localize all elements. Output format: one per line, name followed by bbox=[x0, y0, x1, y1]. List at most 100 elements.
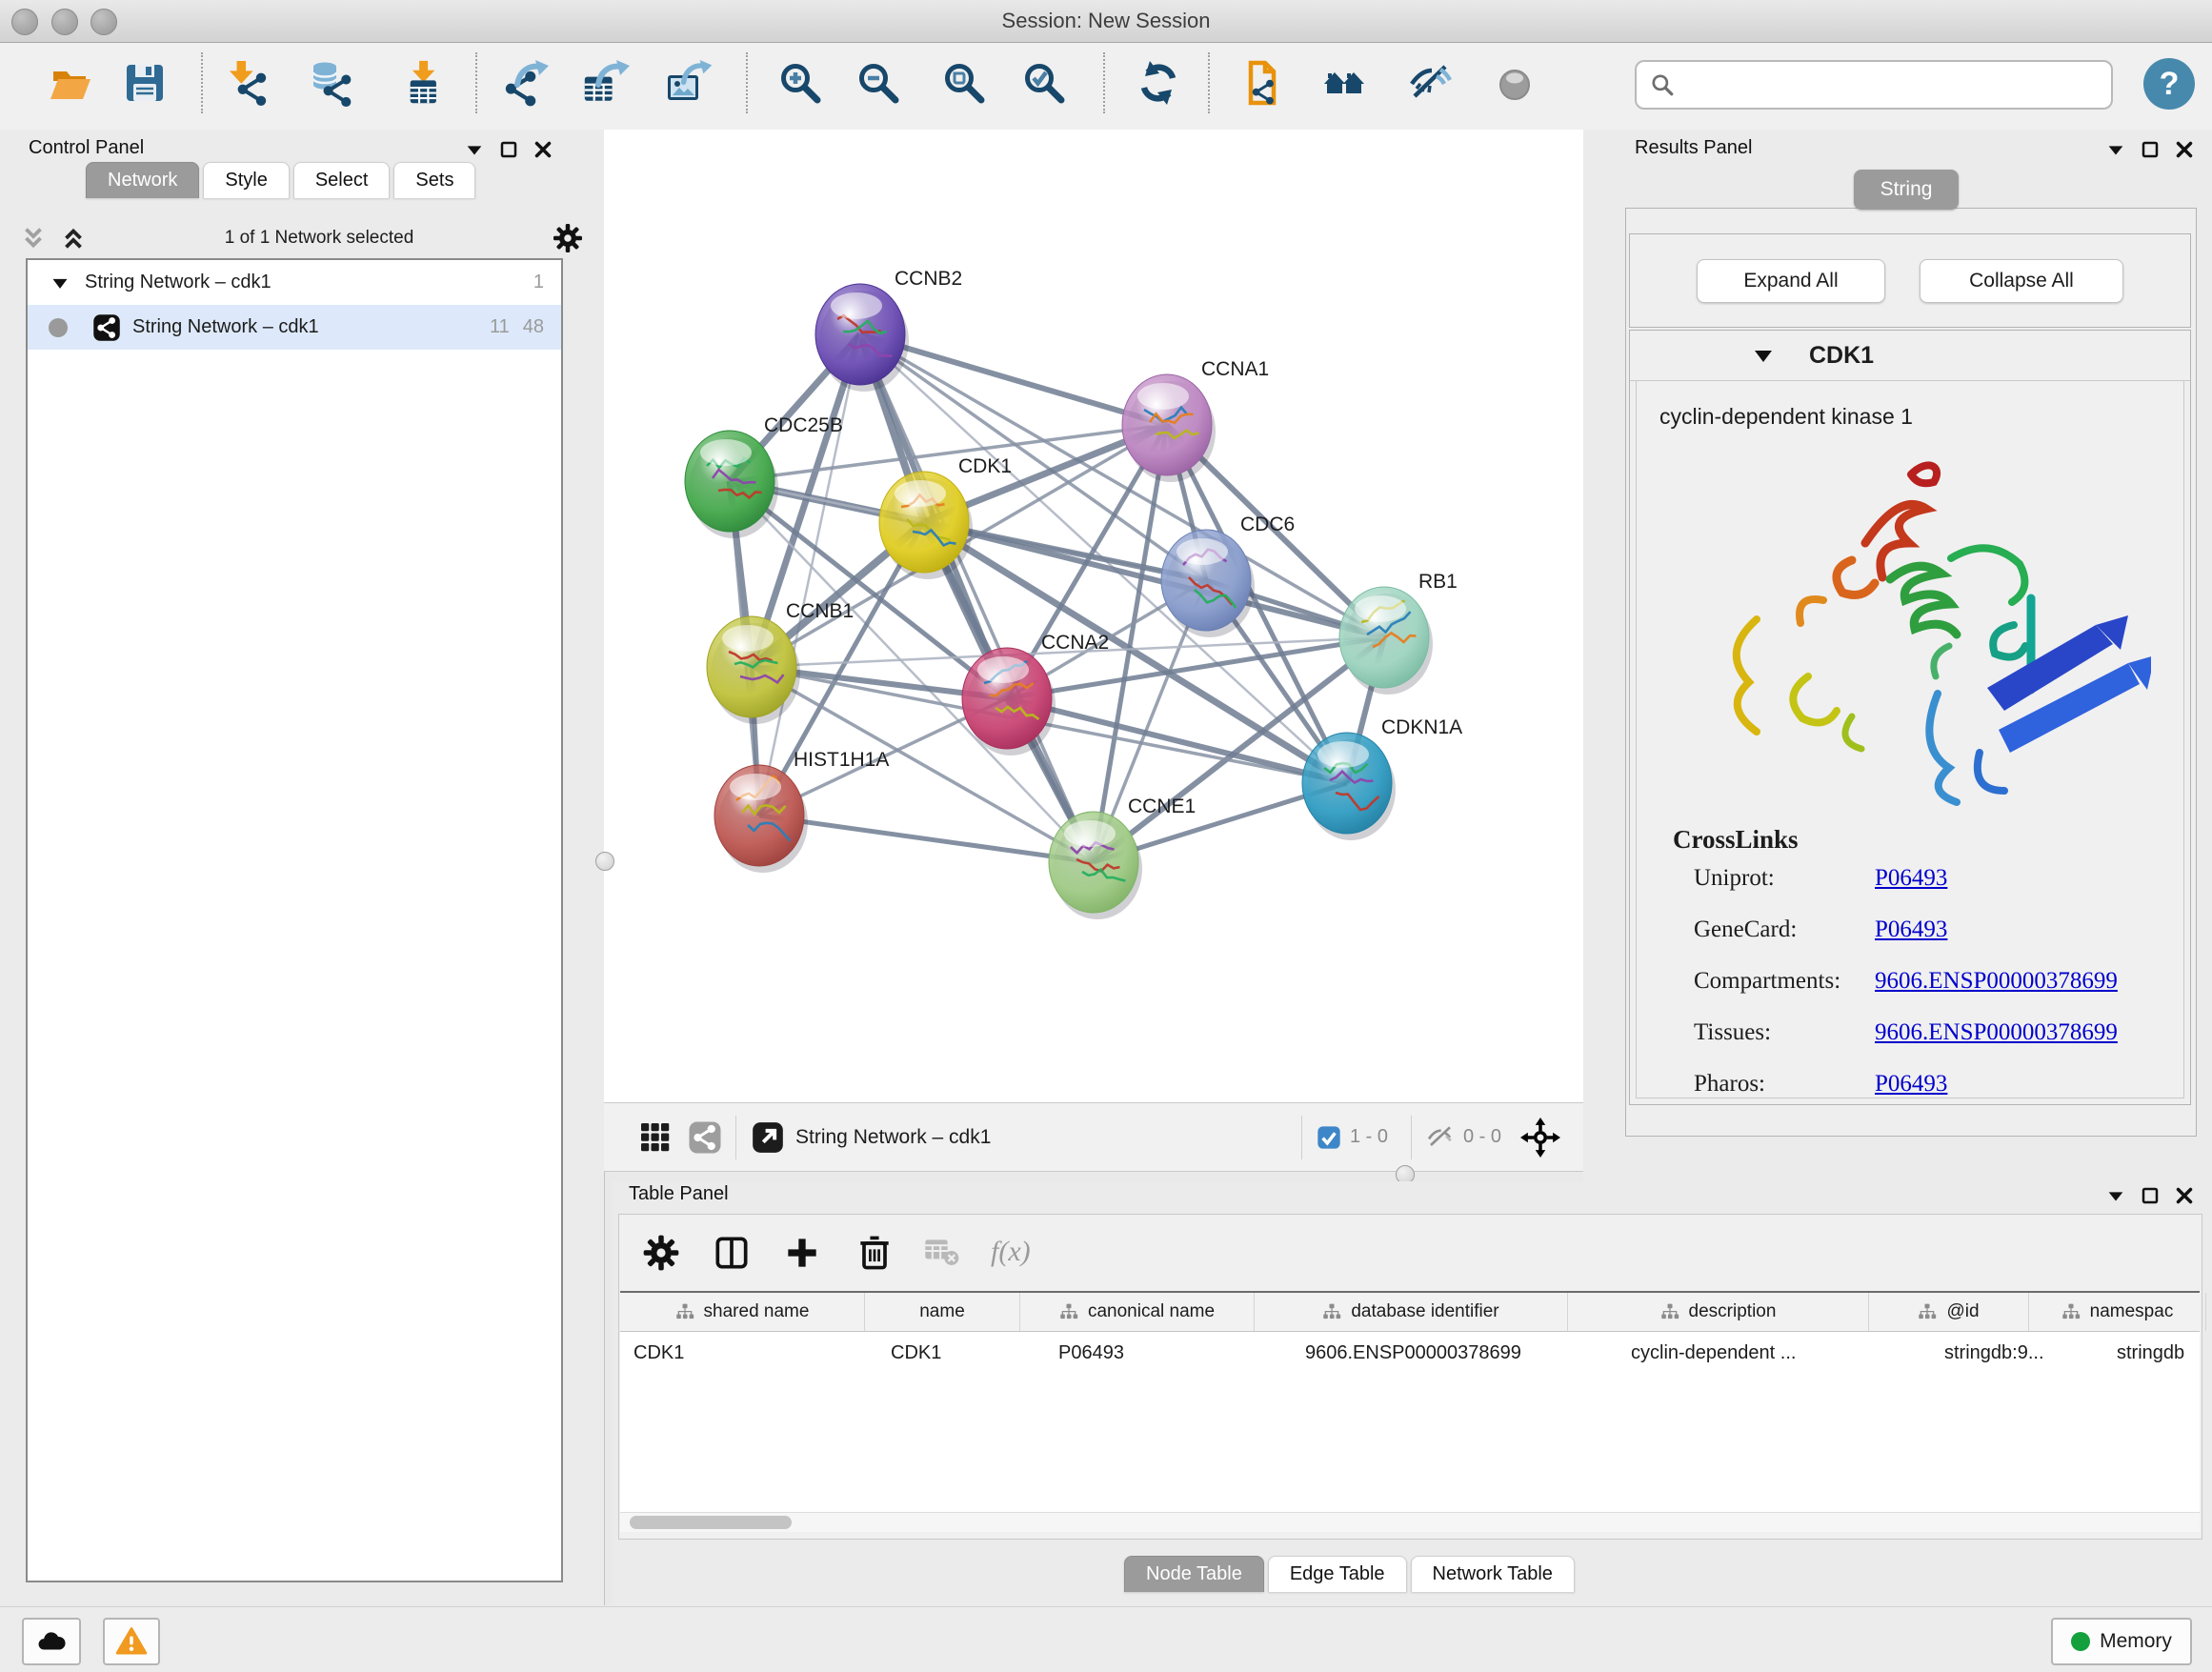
annotation-share-icon[interactable] bbox=[1237, 56, 1291, 110]
zoom-selected-icon[interactable] bbox=[1017, 56, 1071, 110]
expand-all-networks-icon[interactable] bbox=[59, 224, 88, 252]
memory-button[interactable]: Memory bbox=[2051, 1618, 2192, 1665]
warnings-button[interactable] bbox=[103, 1618, 160, 1665]
panel-close-icon[interactable] bbox=[533, 139, 553, 160]
panel-float-icon[interactable] bbox=[2140, 139, 2161, 160]
delete-table-icon[interactable] bbox=[922, 1232, 972, 1281]
protein-section: CDK1 cyclin-dependent kinase 1 bbox=[1629, 330, 2191, 1105]
selected-nodes-check-icon[interactable] bbox=[1316, 1124, 1342, 1151]
column-header-shared-name[interactable]: shared name bbox=[620, 1293, 865, 1331]
string-share-icon[interactable] bbox=[688, 1120, 722, 1155]
network-canvas[interactable]: CCNB2 CCNA1 CDC25B CDK1 CDC6 bbox=[604, 130, 1584, 1102]
column-header-database-identifier[interactable]: database identifier bbox=[1255, 1293, 1568, 1331]
function-builder-icon[interactable]: f(x) bbox=[991, 1236, 1031, 1268]
tab-sets[interactable]: Sets bbox=[393, 162, 475, 198]
table-cell[interactable]: stringdb:9... bbox=[1931, 1342, 2103, 1364]
network-options-gear-icon[interactable] bbox=[551, 221, 585, 255]
table-cell[interactable]: P06493 bbox=[1045, 1342, 1292, 1364]
panel-close-icon[interactable] bbox=[2174, 1185, 2195, 1206]
zoom-in-icon[interactable] bbox=[774, 56, 827, 110]
table-cell[interactable]: CDK1 bbox=[877, 1342, 1045, 1364]
table-cell[interactable]: stringdb bbox=[2103, 1342, 2212, 1364]
panel-float-icon[interactable] bbox=[2140, 1185, 2161, 1206]
open-folder-icon[interactable] bbox=[44, 56, 97, 110]
zoom-fit-icon[interactable] bbox=[937, 56, 991, 110]
column-header-namespac[interactable]: namespac bbox=[2029, 1293, 2206, 1331]
control-panel-tabbar: NetworkStyleSelectSets bbox=[86, 162, 479, 198]
open-in-new-window-icon[interactable] bbox=[750, 1119, 786, 1156]
column-header--id[interactable]: @id bbox=[1869, 1293, 2029, 1331]
network-node-RB1[interactable]: RB1 bbox=[1339, 571, 1458, 695]
panel-close-icon[interactable] bbox=[2174, 139, 2195, 160]
scrollbar-thumb[interactable] bbox=[630, 1516, 792, 1529]
table-row[interactable]: CDK1CDK1P064939606.ENSP00000378699cyclin… bbox=[620, 1332, 2200, 1374]
network-collection-row[interactable]: String Network – cdk1 1 bbox=[28, 260, 561, 305]
collection-label: String Network – cdk1 bbox=[85, 272, 520, 293]
refresh-layout-icon[interactable] bbox=[1132, 56, 1185, 110]
zoom-out-icon[interactable] bbox=[852, 56, 905, 110]
horizontal-scrollbar[interactable] bbox=[620, 1512, 2200, 1532]
window-titlebar: Session: New Session bbox=[0, 0, 2212, 43]
tree-expand-caret-icon[interactable] bbox=[50, 273, 70, 292]
import-database-icon[interactable] bbox=[307, 56, 360, 110]
tab-node-table[interactable]: Node Table bbox=[1124, 1556, 1264, 1592]
network-node-CCNA1[interactable]: CCNA1 bbox=[1122, 358, 1269, 482]
tab-select[interactable]: Select bbox=[293, 162, 391, 198]
crosslink-row: Compartments:9606.ENSP00000378699 bbox=[1694, 968, 2170, 995]
collapse-all-button[interactable]: Collapse All bbox=[1920, 259, 2123, 303]
home-icon[interactable] bbox=[1318, 56, 1372, 110]
import-network-icon[interactable] bbox=[223, 56, 276, 110]
column-header-description[interactable]: description bbox=[1568, 1293, 1869, 1331]
panel-menu-caret-icon[interactable] bbox=[2105, 139, 2126, 160]
column-type-icon bbox=[675, 1302, 694, 1321]
show-columns-icon[interactable] bbox=[711, 1232, 760, 1281]
save-icon[interactable] bbox=[118, 56, 171, 110]
crosslink-label: Uniprot: bbox=[1694, 865, 1875, 892]
tab-style[interactable]: Style bbox=[203, 162, 289, 198]
network-node-HIST1H1A[interactable]: HIST1H1A bbox=[714, 749, 889, 873]
search-input[interactable] bbox=[1684, 65, 2111, 105]
tab-string[interactable]: String bbox=[1854, 170, 1959, 210]
export-table-icon[interactable] bbox=[577, 56, 631, 110]
delete-column-trash-icon[interactable] bbox=[854, 1232, 903, 1281]
panel-menu-caret-icon[interactable] bbox=[464, 139, 485, 160]
birdseye-grid-icon[interactable] bbox=[638, 1120, 673, 1155]
crosslink-value-link[interactable]: 9606.ENSP00000378699 bbox=[1875, 968, 2118, 994]
network-node-CDC25B[interactable]: CDC25B bbox=[685, 414, 843, 538]
crosslink-value-link[interactable]: 9606.ENSP00000378699 bbox=[1875, 1019, 2118, 1045]
network-row-selected[interactable]: String Network – cdk1 11 48 bbox=[28, 305, 561, 350]
crosslink-value-link[interactable]: P06493 bbox=[1875, 865, 1947, 891]
protein-section-header[interactable]: CDK1 bbox=[1630, 331, 2190, 381]
export-network-icon[interactable] bbox=[498, 56, 552, 110]
column-header-canonical-name[interactable]: canonical name bbox=[1020, 1293, 1255, 1331]
table-cell[interactable]: CDK1 bbox=[620, 1342, 877, 1364]
table-settings-gear-icon[interactable] bbox=[640, 1232, 690, 1281]
svg-text:CDC25B: CDC25B bbox=[764, 414, 843, 436]
tab-network[interactable]: Network bbox=[86, 162, 199, 198]
help-icon[interactable]: ? bbox=[2143, 58, 2195, 110]
table-cell[interactable]: 9606.ENSP00000378699 bbox=[1292, 1342, 1618, 1364]
collapse-all-networks-icon[interactable] bbox=[19, 224, 48, 252]
cloud-button[interactable] bbox=[22, 1618, 81, 1665]
import-table-icon[interactable] bbox=[398, 56, 452, 110]
hide-glyphs-icon[interactable] bbox=[1403, 56, 1457, 110]
section-collapse-caret-icon[interactable] bbox=[1752, 344, 1775, 367]
panel-float-icon[interactable] bbox=[498, 139, 519, 160]
left-splitter-handle[interactable] bbox=[595, 852, 614, 871]
add-column-icon[interactable] bbox=[781, 1232, 831, 1281]
pan-crosshair-icon[interactable] bbox=[1520, 1118, 1560, 1158]
show-glyphs-icon[interactable] bbox=[1488, 56, 1541, 110]
column-header-name[interactable]: name bbox=[865, 1293, 1020, 1331]
export-image-icon[interactable] bbox=[661, 56, 714, 110]
network-node-CDKN1A[interactable]: CDKN1A bbox=[1302, 716, 1462, 840]
panel-menu-caret-icon[interactable] bbox=[2105, 1185, 2126, 1206]
crosslink-value-link[interactable]: P06493 bbox=[1875, 1071, 1947, 1097]
column-type-icon bbox=[1660, 1302, 1679, 1321]
crosslink-value-link[interactable]: P06493 bbox=[1875, 917, 1947, 942]
tab-edge-table[interactable]: Edge Table bbox=[1268, 1556, 1407, 1592]
expand-all-button[interactable]: Expand All bbox=[1697, 259, 1885, 303]
table-cell[interactable]: cyclin-dependent ... bbox=[1618, 1342, 1931, 1364]
tab-network-table[interactable]: Network Table bbox=[1411, 1556, 1575, 1592]
network-node-CCNB2[interactable]: CCNB2 bbox=[815, 268, 962, 392]
hidden-nodes-eye-icon[interactable] bbox=[1425, 1122, 1456, 1153]
